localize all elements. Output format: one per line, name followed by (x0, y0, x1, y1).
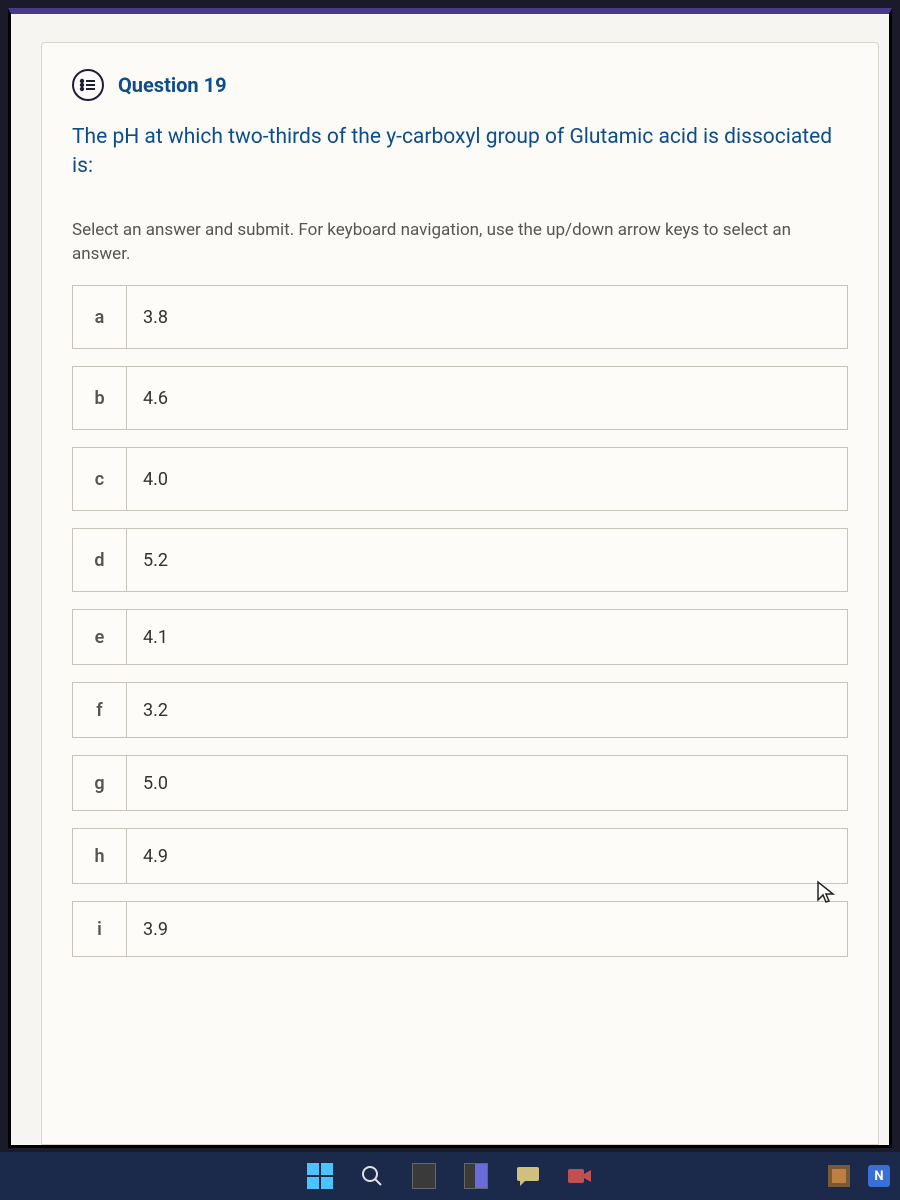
windows-taskbar[interactable]: N (0, 1152, 900, 1200)
option-value: 3.8 (127, 286, 168, 348)
answer-instructions: Select an answer and submit. For keyboar… (72, 218, 848, 267)
chat-icon[interactable] (513, 1161, 543, 1191)
option-value: 4.9 (127, 829, 168, 883)
browser-viewport: Question 19 The pH at which two-thirds o… (8, 8, 892, 1148)
answer-option-g[interactable]: g 5.0 (72, 755, 848, 811)
search-icon[interactable] (357, 1161, 387, 1191)
start-menu-icon[interactable] (305, 1161, 335, 1191)
taskview-icon[interactable] (409, 1161, 439, 1191)
tray-app-icon[interactable] (824, 1161, 854, 1191)
question-card: Question 19 The pH at which two-thirds o… (41, 42, 879, 1145)
option-value: 3.9 (127, 902, 168, 956)
question-header: Question 19 (72, 69, 848, 101)
option-letter: e (73, 610, 127, 664)
camera-icon[interactable] (565, 1161, 595, 1191)
option-letter: c (73, 448, 127, 510)
answer-options: a 3.8 b 4.6 c 4.0 d 5.2 e 4.1 f 3.2 (72, 285, 848, 957)
option-letter: i (73, 902, 127, 956)
answer-option-f[interactable]: f 3.2 (72, 682, 848, 738)
option-value: 4.1 (127, 610, 168, 664)
option-letter: g (73, 756, 127, 810)
answer-option-i[interactable]: i 3.9 (72, 901, 848, 957)
answer-option-c[interactable]: c 4.0 (72, 447, 848, 511)
answer-option-e[interactable]: e 4.1 (72, 609, 848, 665)
answer-option-d[interactable]: d 5.2 (72, 528, 848, 592)
question-number: Question 19 (118, 73, 227, 97)
option-letter: f (73, 683, 127, 737)
option-letter: d (73, 529, 127, 591)
answer-option-b[interactable]: b 4.6 (72, 366, 848, 430)
answer-option-a[interactable]: a 3.8 (72, 285, 848, 349)
option-value: 5.2 (127, 529, 168, 591)
option-letter: h (73, 829, 127, 883)
option-letter: b (73, 367, 127, 429)
option-value: 4.0 (127, 448, 168, 510)
app-icon[interactable] (461, 1161, 491, 1191)
option-value: 5.0 (127, 756, 168, 810)
answer-option-h[interactable]: h 4.9 (72, 828, 848, 884)
notifications-badge[interactable]: N (868, 1165, 890, 1187)
option-value: 4.6 (127, 367, 168, 429)
question-list-icon[interactable] (72, 69, 104, 101)
option-value: 3.2 (127, 683, 168, 737)
question-text: The pH at which two-thirds of the y-carb… (72, 123, 848, 182)
option-letter: a (73, 286, 127, 348)
